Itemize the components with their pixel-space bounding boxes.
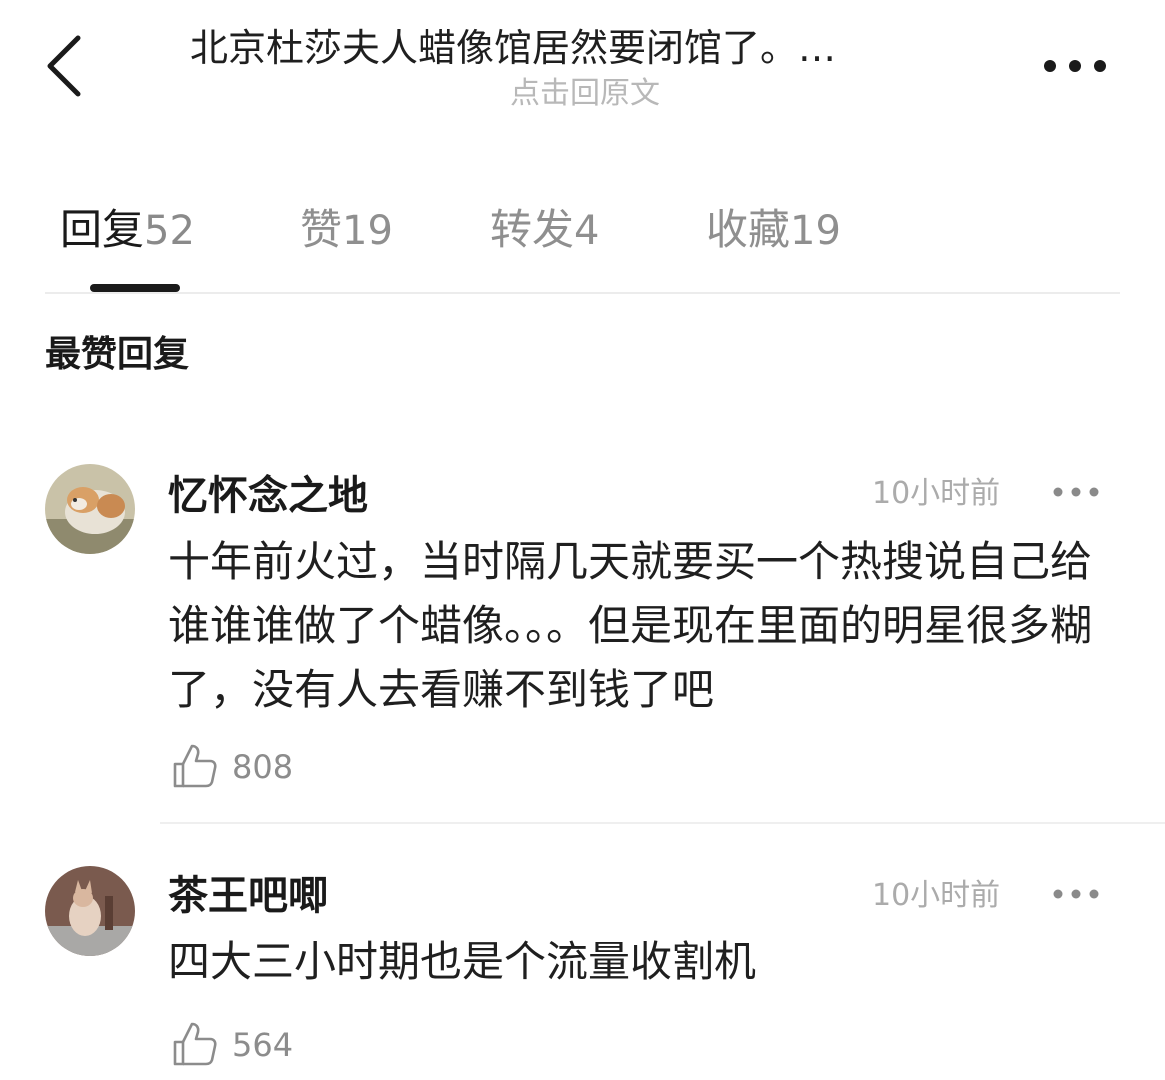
tab-count: 19 bbox=[790, 208, 841, 254]
tab-count: 19 bbox=[342, 208, 393, 254]
comment-time: 10小时前 bbox=[872, 878, 1001, 913]
tab-label: 收藏 bbox=[706, 205, 791, 254]
comment-time: 10小时前 bbox=[872, 476, 1001, 511]
ellipsis-icon bbox=[1053, 487, 1099, 497]
back-to-original-link[interactable]: 点击回原文 bbox=[480, 74, 690, 114]
chevron-left-icon bbox=[47, 35, 81, 97]
section-title: 最赞回复 bbox=[45, 334, 190, 375]
tab-label: 转发 bbox=[490, 205, 575, 254]
tab-reposts[interactable]: 转发4 bbox=[490, 200, 599, 260]
comment-text: 四大三小时期也是个流量收割机 bbox=[168, 937, 757, 986]
top-bar: 北京杜莎夫人蜡像馆居然要闭馆了。… 点击回原文 bbox=[0, 0, 1165, 130]
tab-count: 52 bbox=[144, 208, 195, 254]
more-options-button[interactable] bbox=[1040, 54, 1110, 78]
comment-username: 茶王吧唧 bbox=[168, 873, 328, 919]
post-title: 北京杜莎夫人蜡像馆居然要闭馆了。… bbox=[190, 26, 837, 70]
like-count: 564 bbox=[232, 1026, 294, 1064]
active-tab-indicator bbox=[90, 284, 180, 292]
divider bbox=[160, 822, 1165, 824]
ellipsis-icon bbox=[1044, 60, 1106, 72]
tab-replies[interactable]: 回复52 bbox=[60, 200, 195, 260]
back-button[interactable] bbox=[38, 30, 98, 102]
comment-more-button[interactable] bbox=[1052, 886, 1100, 902]
dog-avatar-image bbox=[45, 464, 135, 554]
comment-username: 忆怀念之地 bbox=[168, 473, 368, 519]
like-count: 808 bbox=[232, 748, 294, 786]
tab-bar: 回复52 赞19 转发4 收藏19 bbox=[0, 190, 1165, 294]
tab-favorites[interactable]: 收藏19 bbox=[706, 200, 841, 260]
tab-count: 4 bbox=[574, 208, 600, 254]
thumbs-up-icon bbox=[173, 1022, 217, 1066]
tab-label: 回复 bbox=[60, 205, 145, 254]
tab-label: 赞 bbox=[300, 205, 343, 254]
tab-likes[interactable]: 赞19 bbox=[300, 200, 393, 260]
thumbs-up-icon bbox=[173, 744, 217, 788]
comment-text: 十年前火过，当时隔几天就要买一个热搜说自己给谁谁谁做了个蜡像。。。但是现在里面的… bbox=[168, 537, 1093, 714]
ellipsis-icon bbox=[1053, 889, 1099, 899]
cat-avatar-image bbox=[45, 866, 135, 956]
divider bbox=[45, 292, 1120, 294]
comment-more-button[interactable] bbox=[1052, 484, 1100, 500]
avatar[interactable] bbox=[45, 866, 135, 956]
avatar[interactable] bbox=[45, 464, 135, 554]
